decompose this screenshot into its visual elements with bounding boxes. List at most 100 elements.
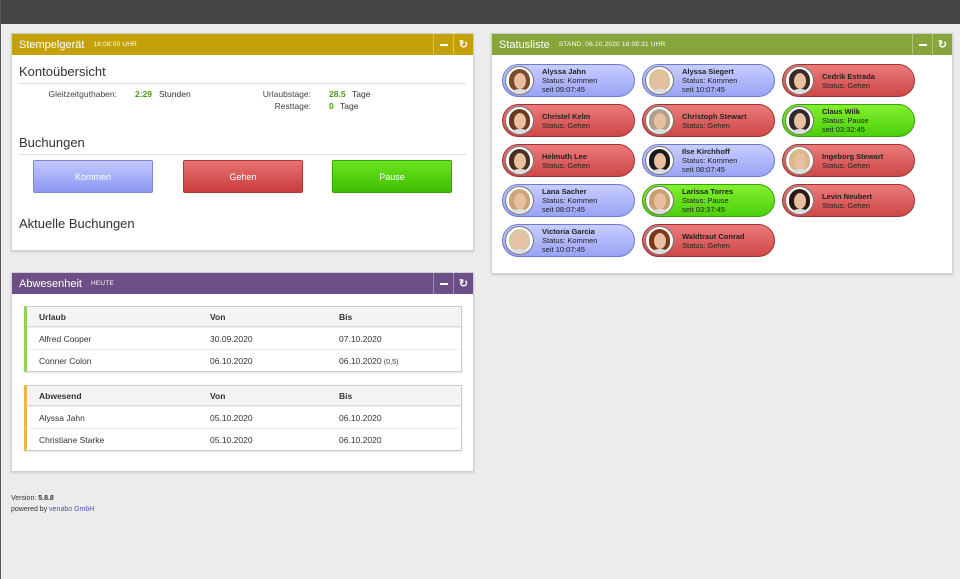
- status-pill[interactable]: Levin Neubert Status: Gehen: [782, 184, 915, 217]
- status-since: seit 03:37:45: [682, 205, 725, 214]
- column-header: Bis: [339, 390, 353, 401]
- person-name: Alyssa Jahn: [542, 67, 586, 76]
- bis-cell: 06.10.2020: [339, 412, 382, 423]
- person-status: Status: Kommen: [682, 76, 738, 85]
- aktuelle-buchungen-title: Aktuelle Buchungen: [19, 216, 135, 231]
- refresh-icon[interactable]: ↻: [932, 34, 952, 55]
- person-name: Ingeborg Stewart: [822, 151, 884, 161]
- avatar: [505, 66, 534, 95]
- person-name: Victoria Garcia: [542, 227, 595, 236]
- status-pill[interactable]: Christel Kelm Status: Gehen: [502, 104, 635, 137]
- gehen-button[interactable]: Gehen: [183, 160, 303, 193]
- table-header: Abwesend Von Bis: [27, 386, 461, 406]
- status-pill[interactable]: Alyssa Siegert Status: Kommen seit 10:07:4…: [642, 64, 775, 97]
- avatar: [505, 106, 534, 135]
- avatar: [645, 186, 674, 215]
- top-bar: [1, 0, 960, 24]
- status-pill[interactable]: Cedrik Estrada Status: Gehen: [782, 64, 915, 97]
- name-cell: Conner Colon: [39, 355, 92, 366]
- urlaub-unit: Tage: [352, 89, 371, 99]
- avatar: [785, 106, 814, 135]
- abwesenheit-widget: Abwesenheit HEUTE ↻ Urlaub Von Bis Alfre…: [11, 272, 474, 472]
- stand-timestamp: STAND: 06.10.2020 18:08:31 UHR: [558, 41, 666, 48]
- person-status: Status: Gehen: [542, 160, 590, 170]
- stempelgeraet-header: Stempelgerät 18:08:00 UHR ↻: [12, 34, 473, 55]
- avatar: [645, 106, 674, 135]
- table-row: Alyssa Jahn 05.10.2020 06.10.2020: [27, 406, 461, 428]
- status-since: seit 08:07:45: [682, 165, 725, 174]
- status-pill[interactable]: Larissa Torres Status: Pause seit 03:37:45: [642, 184, 775, 217]
- powered-line: powered by venabo GmbH: [11, 506, 95, 513]
- refresh-icon[interactable]: ↻: [453, 34, 473, 55]
- urlaub-label: Urlaubstage:: [262, 89, 311, 99]
- widget-title: Abwesenheit: [19, 277, 82, 290]
- status-pill[interactable]: Alyssa Jahn Status: Kommen seit 09:07:45: [502, 64, 635, 97]
- person-status: Status: Gehen: [682, 120, 730, 130]
- minimize-icon[interactable]: [433, 273, 453, 294]
- minimize-icon[interactable]: [433, 34, 453, 55]
- name-cell: Christiane Starke: [39, 434, 105, 445]
- clock-time: 18:08:00 UHR: [93, 41, 138, 48]
- avatar: [785, 146, 814, 175]
- avatar: [505, 146, 534, 175]
- version-line: Version: 5.8.8: [11, 495, 54, 502]
- name-cell: Alyssa Jahn: [39, 412, 85, 423]
- von-cell: 06.10.2020: [210, 355, 253, 366]
- status-since: seit 09:07:45: [542, 85, 585, 94]
- person-status: Status: Kommen: [682, 156, 738, 165]
- status-since: seit 03:32:45: [822, 125, 865, 134]
- status-pill[interactable]: Victoria Garcia Status: Kommen seit 10:07:…: [502, 224, 635, 257]
- von-cell: 05.10.2020: [210, 412, 253, 423]
- urlaub-value: 28.5: [329, 89, 346, 99]
- name-cell: Alfred Cooper: [39, 333, 92, 344]
- status-pill[interactable]: Waldtraut Conrad Status: Gehen: [642, 224, 775, 257]
- avatar: [785, 66, 814, 95]
- table-row: Christiane Starke 05.10.2020 06.10.2020: [27, 428, 461, 450]
- person-status: Status: Pause: [822, 116, 869, 125]
- avatar: [645, 226, 674, 255]
- person-name: Christoph Stewart: [682, 111, 747, 121]
- version-number: 5.8.8: [38, 495, 54, 502]
- person-name: Christel Kelm: [542, 111, 591, 121]
- person-status: Status: Pause: [682, 196, 729, 205]
- bis-cell: 06.10.2020 (0,5): [339, 355, 399, 366]
- status-since: seit 10:07:45: [542, 245, 585, 254]
- status-pill[interactable]: Christoph Stewart Status: Gehen: [642, 104, 775, 137]
- table-row: Alfred Cooper 30.09.2020 07.10.2020: [27, 327, 461, 349]
- refresh-icon[interactable]: ↻: [453, 273, 473, 294]
- table-header: Urlaub Von Bis: [27, 307, 461, 327]
- status-since: seit 10:07:45: [682, 85, 725, 94]
- column-header: Von: [210, 311, 226, 322]
- person-name: Waldtraut Conrad: [682, 231, 745, 241]
- company-link[interactable]: venabo GmbH: [49, 506, 94, 513]
- person-status: Status: Kommen: [542, 76, 598, 85]
- abwesend-table: Abwesend Von Bis Alyssa Jahn 05.10.2020 …: [24, 385, 462, 451]
- person-status: Status: Gehen: [822, 80, 870, 90]
- status-pill[interactable]: Lana Sacher Status: Kommen seit 08:07:45: [502, 184, 635, 217]
- person-name: Claus Wilk: [822, 107, 860, 116]
- kommen-button[interactable]: Kommen: [33, 160, 153, 193]
- gleitzeit-value: 2:29: [135, 89, 153, 99]
- person-status: Status: Gehen: [822, 200, 870, 210]
- buchungen-title: Buchungen: [19, 135, 85, 150]
- status-pill[interactable]: Claus Wilk Status: Pause seit 03:32:45: [782, 104, 915, 137]
- status-pill[interactable]: Ingeborg Stewart Status: Gehen: [782, 144, 915, 177]
- avatar: [505, 186, 534, 215]
- gleitzeit-label: Gleitzeitguthaben:: [48, 89, 117, 99]
- stempelgeraet-widget: Stempelgerät 18:08:00 UHR ↻ Kontoübersic…: [11, 33, 474, 251]
- widget-subtitle: HEUTE: [91, 280, 115, 287]
- person-name: Alyssa Siegert: [682, 67, 734, 76]
- status-since: seit 08:07:45: [542, 205, 585, 214]
- person-status: Status: Gehen: [822, 160, 870, 170]
- pause-button[interactable]: Pause: [332, 160, 452, 193]
- minimize-icon[interactable]: [912, 34, 932, 55]
- divider: [19, 154, 466, 155]
- status-pill[interactable]: Ilse Kirchhoff Status: Kommen seit 08:07:4…: [642, 144, 775, 177]
- person-status: Status: Gehen: [542, 120, 590, 130]
- status-pill[interactable]: Helmuth Lee Status: Gehen: [502, 144, 635, 177]
- bis-cell: 06.10.2020: [339, 434, 382, 445]
- urlaub-table: Urlaub Von Bis Alfred Cooper 30.09.2020 …: [24, 306, 462, 372]
- widget-title: Statusliste: [499, 38, 550, 51]
- widget-title: Stempelgerät: [19, 38, 85, 51]
- column-header: Von: [210, 390, 226, 401]
